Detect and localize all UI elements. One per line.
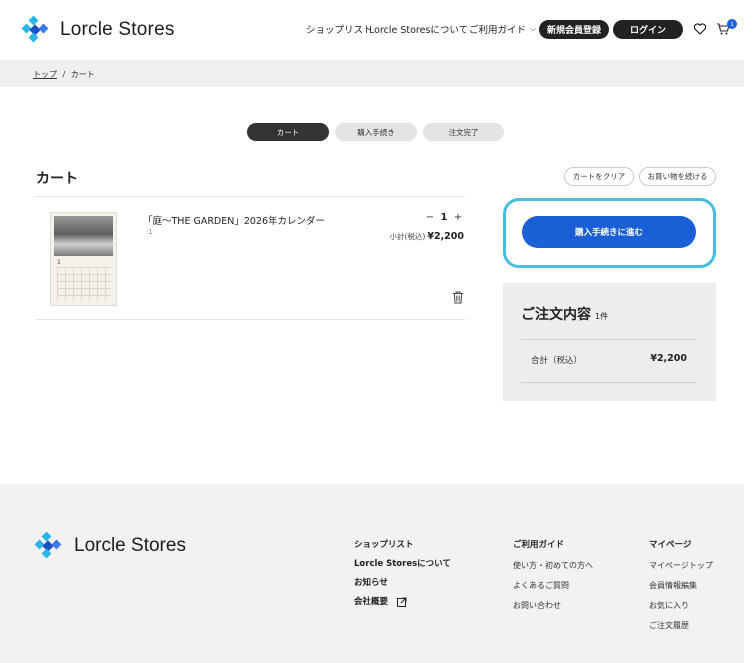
- order-summary: ご注文内容 1件 合計（税込） ¥2,200: [503, 283, 716, 401]
- footer-link-favorites[interactable]: お気に入り: [649, 600, 689, 611]
- footer-link-shoplist[interactable]: ショップリスト: [354, 538, 414, 550]
- subtotal-label: 小計(税込): [389, 232, 426, 241]
- nav-about[interactable]: Lorcle Storesについて: [369, 22, 468, 36]
- brand-name: Lorcle Stores: [60, 19, 175, 40]
- subtotal-value: ¥2,200: [427, 231, 464, 242]
- logo-mark-icon: [21, 16, 49, 43]
- step-cart: カート: [247, 123, 329, 141]
- footer-link-company-label: 会社概要: [354, 597, 389, 607]
- breadcrumb-separator: /: [62, 70, 66, 79]
- footer-link-news[interactable]: お知らせ: [354, 576, 388, 588]
- breadcrumb-bar: トップ / カート: [0, 60, 744, 87]
- summary-divider-top: [521, 339, 696, 340]
- quantity-increase-button[interactable]: +: [452, 212, 464, 223]
- quantity-decrease-button[interactable]: −: [424, 212, 436, 223]
- summary-count: 1件: [595, 312, 609, 321]
- proceed-checkout-button[interactable]: 購入手続きに進む: [522, 216, 696, 248]
- calendar-grid: [57, 267, 111, 301]
- cart-divider-top: [36, 196, 465, 197]
- breadcrumb-home[interactable]: トップ: [33, 70, 57, 79]
- register-button[interactable]: 新規会員登録: [539, 20, 609, 39]
- footer-link-faq[interactable]: よくあるご質問: [513, 580, 569, 591]
- footer-link-howto[interactable]: 使い方・初めての方へ: [513, 560, 593, 571]
- calendar-photo: [54, 216, 113, 256]
- logo-mark-icon: [34, 532, 62, 559]
- trash-icon[interactable]: [452, 291, 464, 304]
- total-label: 合計（税込）: [531, 356, 583, 366]
- footer-link-about[interactable]: Lorcle Storesについて: [354, 557, 451, 569]
- quantity-stepper: − 1 +: [424, 212, 464, 223]
- nav-shoplist[interactable]: ショップリスト: [306, 22, 373, 36]
- external-link-icon: [396, 597, 407, 607]
- chevron-down-icon: ⌵: [530, 24, 537, 33]
- product-variant: :1: [146, 228, 153, 236]
- footer-link-company[interactable]: 会社概要: [354, 595, 407, 607]
- footer-mypage-heading: マイページ: [649, 540, 692, 550]
- footer-link-mypage-top[interactable]: マイページトップ: [649, 560, 713, 571]
- breadcrumb-current: カート: [70, 70, 95, 79]
- nav-guide-link[interactable]: ご利用ガイド: [469, 22, 526, 36]
- footer-link-orders[interactable]: ご注文履歴: [649, 620, 689, 631]
- login-button[interactable]: ログイン: [613, 20, 683, 39]
- product-name[interactable]: 「庭〜THE GARDEN」2026年カレンダー: [143, 213, 325, 227]
- quantity-value: 1: [440, 212, 448, 223]
- calendar-month: 1: [57, 259, 61, 266]
- total-value: ¥2,200: [650, 353, 687, 364]
- breadcrumb: トップ / カート: [33, 69, 95, 80]
- product-thumbnail[interactable]: 1: [50, 212, 117, 306]
- footer-link-contact[interactable]: お問い合わせ: [513, 600, 561, 611]
- continue-shopping-button[interactable]: お買い物を続ける: [639, 167, 716, 186]
- site-logo[interactable]: Lorcle Stores: [20, 16, 175, 44]
- site-header: Lorcle Stores ショップリスト Lorcle Storesについて …: [0, 0, 744, 60]
- footer-brand-name: Lorcle Stores: [74, 535, 186, 556]
- cart-divider-bottom: [36, 319, 465, 320]
- summary-divider-bottom: [521, 382, 696, 383]
- nav-about-link[interactable]: Lorcle Storesについて: [369, 22, 468, 36]
- footer-guide-heading: ご利用ガイド: [513, 540, 565, 550]
- step-checkout: 購入手続き: [335, 123, 417, 141]
- nav-guide[interactable]: ご利用ガイド ⌵: [469, 22, 536, 36]
- nav-shoplist-link[interactable]: ショップリスト: [306, 22, 373, 36]
- site-footer: Lorcle Stores ショップリスト Lorcle Storesについて …: [0, 484, 744, 663]
- cart-count-badge: 1: [727, 19, 737, 29]
- footer-link-profile[interactable]: 会員情報編集: [649, 580, 697, 591]
- step-complete: 注文完了: [423, 123, 504, 141]
- page-title: カート: [36, 171, 78, 187]
- summary-title: ご注文内容 1件: [521, 304, 608, 324]
- clear-cart-button[interactable]: カートをクリア: [564, 167, 634, 186]
- heart-icon[interactable]: [693, 22, 707, 36]
- footer-logo[interactable]: Lorcle Stores: [32, 532, 186, 560]
- item-subtotal: 小計(税込) ¥2,200: [389, 231, 464, 242]
- summary-title-text: ご注文内容: [521, 307, 591, 323]
